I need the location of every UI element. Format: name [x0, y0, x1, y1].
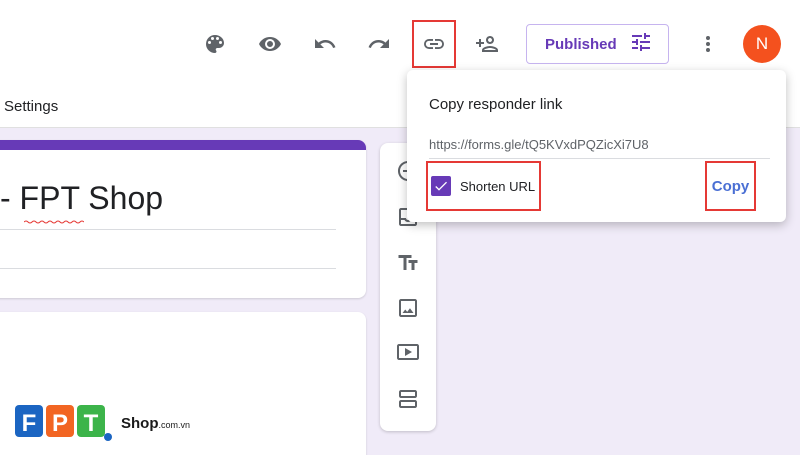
form-title[interactable]: - FPT Shop — [0, 180, 163, 217]
published-button[interactable]: Published — [526, 24, 669, 64]
palette-icon[interactable] — [199, 28, 231, 60]
shorten-url-label: Shorten URL — [460, 178, 536, 194]
logo-shop-word: Shop — [121, 414, 159, 432]
redo-icon[interactable] — [363, 28, 395, 60]
shorten-url-checkbox[interactable]: Shorten URL — [426, 161, 541, 211]
add-title-icon[interactable] — [394, 249, 422, 277]
responder-url[interactable]: https://forms.gle/tQ5KVxdPQZicXi7U8 — [429, 137, 649, 152]
title-underline — [0, 229, 336, 230]
fpt-shop-logo: F P T Shop.com.vn — [15, 401, 190, 445]
copy-button[interactable]: Copy — [705, 161, 756, 211]
fpt-logo-icon: F P T — [15, 405, 112, 441]
more-vert-icon[interactable] — [696, 28, 720, 60]
tab-settings[interactable]: Settings — [4, 98, 58, 115]
undo-icon[interactable] — [309, 28, 341, 60]
url-divider — [429, 158, 770, 159]
logo-shop-text: Shop.com.vn — [121, 415, 190, 432]
tune-icon — [629, 30, 653, 59]
checkbox-checked-icon[interactable] — [431, 176, 451, 196]
link-icon[interactable] — [412, 20, 456, 68]
spellcheck-underline — [24, 220, 84, 224]
logo-domain: .com.vn — [158, 419, 191, 430]
add-video-icon[interactable] — [394, 339, 422, 367]
add-image-icon[interactable] — [394, 294, 422, 322]
avatar[interactable]: N — [743, 25, 781, 63]
description-underline — [0, 268, 336, 269]
add-collaborator-icon[interactable] — [471, 28, 503, 60]
preview-icon[interactable] — [254, 28, 286, 60]
popup-title: Copy responder link — [429, 96, 563, 113]
logo-letter-t: T — [84, 410, 99, 437]
add-section-icon[interactable] — [394, 385, 422, 413]
published-label: Published — [545, 35, 617, 53]
copy-link-popup: Copy responder link https://forms.gle/tQ… — [407, 70, 786, 222]
form-title-card: - FPT Shop — [0, 140, 366, 298]
logo-letter-p: P — [52, 410, 68, 437]
logo-letter-f: F — [22, 410, 37, 437]
